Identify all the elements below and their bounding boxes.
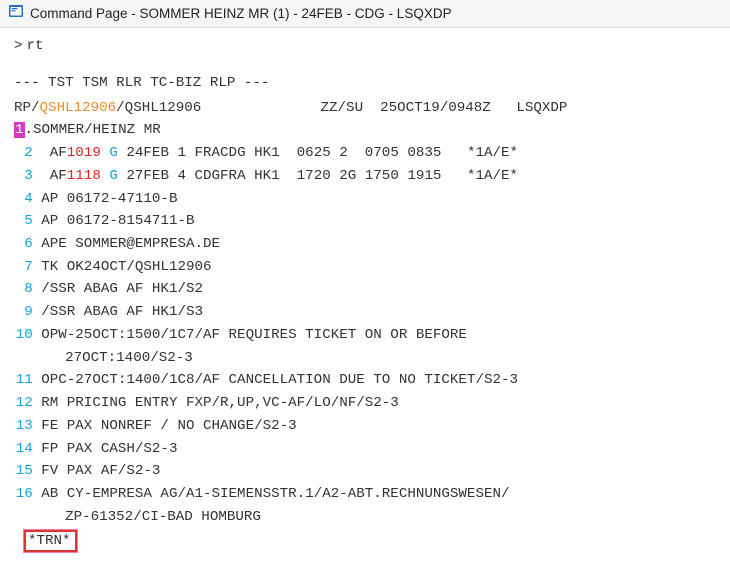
- line-index: 16: [14, 483, 33, 506]
- line-index: 12: [14, 392, 33, 415]
- segment-details: 27FEB 4 CDGFRA HK1 1720 2G 1750 1915 *1A…: [118, 168, 518, 184]
- carrier-code: AF: [50, 168, 67, 184]
- terminal-area[interactable]: > rt --- TST TSM RLR TC-BIZ RLP --- RP/Q…: [0, 28, 730, 558]
- line-index: 9: [14, 301, 33, 324]
- line-body: OPC-27OCT:1400/1C8/AF CANCELLATION DUE T…: [41, 372, 518, 388]
- line-prefix: [33, 441, 42, 457]
- line-index: 11: [14, 369, 33, 392]
- pnr-line[interactable]: 7 TK OK24OCT/QSHL12906: [14, 256, 716, 279]
- pnr-line[interactable]: 14 FP PAX CASH/S2-3: [14, 438, 716, 461]
- segment-details: 24FEB 1 FRACDG HK1 0625 2 0705 0835 *1A/…: [118, 145, 518, 161]
- flight-number: 1118: [67, 168, 101, 184]
- pnr-line[interactable]: 2 AF1019 G 24FEB 1 FRACDG HK1 0625 2 070…: [14, 142, 716, 165]
- line-index: 5: [14, 210, 33, 233]
- line-prefix: [33, 327, 42, 343]
- line-prefix: [33, 259, 42, 275]
- line-prefix: [33, 395, 42, 411]
- pnr-header-row: RP/QSHL12906/QSHL12906 ZZ/SU 25OCT19/094…: [14, 97, 716, 120]
- flight-number: 1019: [67, 145, 101, 161]
- pnr-line[interactable]: 1.SOMMER/HEINZ MR: [14, 119, 716, 142]
- pnr-line[interactable]: 3 AF1118 G 27FEB 4 CDGFRA HK1 1720 2G 17…: [14, 165, 716, 188]
- booking-class: G: [109, 168, 118, 184]
- line-body: AP 06172-8154711-B: [41, 213, 194, 229]
- pnr-line[interactable]: 5 AP 06172-8154711-B: [14, 210, 716, 233]
- header-gap: [201, 97, 320, 120]
- line-body: SOMMER/HEINZ MR: [33, 122, 161, 138]
- trn-indicator: *TRN*: [28, 533, 71, 549]
- pnr-line[interactable]: 9 /SSR ABAG AF HK1/S3: [14, 301, 716, 324]
- line-index: 15: [14, 460, 33, 483]
- command-input-text[interactable]: rt: [27, 38, 44, 54]
- line-prefix: [33, 236, 42, 252]
- line-index: 3: [14, 165, 33, 188]
- pnr-line[interactable]: 11 OPC-27OCT:1400/1C8/AF CANCELLATION DU…: [14, 369, 716, 392]
- line-prefix: [33, 486, 42, 502]
- line-body: FE PAX NONREF / NO CHANGE/S2-3: [41, 418, 296, 434]
- line-index: 8: [14, 278, 33, 301]
- command-page-icon: [8, 3, 24, 24]
- line-index: 4: [14, 188, 33, 211]
- line-body: /SSR ABAG AF HK1/S3: [41, 304, 203, 320]
- line-prefix: [33, 463, 42, 479]
- line-index: 2: [14, 142, 33, 165]
- pnr-line[interactable]: 8 /SSR ABAG AF HK1/S2: [14, 278, 716, 301]
- trn-highlight-box: *TRN*: [24, 530, 77, 552]
- pnr-lines: 1.SOMMER/HEINZ MR2 AF1019 G 24FEB 1 FRAC…: [14, 119, 716, 528]
- line-body: RM PRICING ENTRY FXP/R,UP,VC-AF/LO/NF/S2…: [41, 395, 399, 411]
- line-body: FV PAX AF/S2-3: [41, 463, 160, 479]
- pnr-line[interactable]: 12 RM PRICING ENTRY FXP/R,UP,VC-AF/LO/NF…: [14, 392, 716, 415]
- pnr-line[interactable]: 6 APE SOMMER@EMPRESA.DE: [14, 233, 716, 256]
- pnr-line[interactable]: 13 FE PAX NONREF / NO CHANGE/S2-3: [14, 415, 716, 438]
- line-prefix: [33, 191, 42, 207]
- line-body: /SSR ABAG AF HK1/S2: [41, 281, 203, 297]
- line-index: 14: [14, 438, 33, 461]
- line-continuation: ZP-61352/CI-BAD HOMBURG: [14, 506, 716, 529]
- line-index: 13: [14, 415, 33, 438]
- header-suffix: /QSHL12906: [116, 97, 201, 120]
- line-body: OPW-25OCT:1500/1C7/AF REQUIRES TICKET ON…: [41, 327, 467, 343]
- header-prefix: RP/: [14, 97, 40, 120]
- app-window: Command Page - SOMMER HEINZ MR (1) - 24F…: [0, 0, 730, 567]
- booking-class: G: [109, 145, 118, 161]
- carrier-code: AF: [50, 145, 67, 161]
- line-prefix: [33, 145, 50, 161]
- line-prefix: [33, 304, 42, 320]
- line-prefix: .: [25, 122, 34, 138]
- header-right: ZZ/SU 25OCT19/0948Z LSQXDP: [321, 97, 568, 120]
- pnr-line[interactable]: 10 OPW-25OCT:1500/1C7/AF REQUIRES TICKET…: [14, 324, 716, 347]
- line-body: FP PAX CASH/S2-3: [41, 441, 177, 457]
- line-body: AP 06172-47110-B: [41, 191, 177, 207]
- line-body: APE SOMMER@EMPRESA.DE: [41, 236, 220, 252]
- line-prefix: [33, 372, 42, 388]
- line-continuation: 27OCT:1400/S2-3: [14, 347, 716, 370]
- titlebar: Command Page - SOMMER HEINZ MR (1) - 24F…: [0, 0, 730, 28]
- header-office-id: QSHL12906: [40, 97, 117, 120]
- line-index: 1: [14, 122, 25, 138]
- line-index: 10: [14, 324, 33, 347]
- window-title: Command Page - SOMMER HEINZ MR (1) - 24F…: [30, 6, 452, 21]
- pnr-line[interactable]: 4 AP 06172-47110-B: [14, 188, 716, 211]
- line-index: 6: [14, 233, 33, 256]
- pnr-line[interactable]: 15 FV PAX AF/S2-3: [14, 460, 716, 483]
- pnr-flags-line: --- TST TSM RLR TC-BIZ RLP ---: [14, 72, 716, 95]
- line-index: 7: [14, 256, 33, 279]
- prompt-caret: >: [14, 38, 23, 54]
- line-body: TK OK24OCT/QSHL12906: [41, 259, 211, 275]
- pnr-line[interactable]: 16 AB CY-EMPRESA AG/A1-SIEMENSSTR.1/A2-A…: [14, 483, 716, 506]
- line-prefix: [33, 168, 50, 184]
- line-prefix: [33, 213, 42, 229]
- line-prefix: [33, 281, 42, 297]
- command-prompt-row: > rt: [14, 38, 716, 54]
- line-prefix: [33, 418, 42, 434]
- line-body: AB CY-EMPRESA AG/A1-SIEMENSSTR.1/A2-ABT.…: [41, 486, 509, 502]
